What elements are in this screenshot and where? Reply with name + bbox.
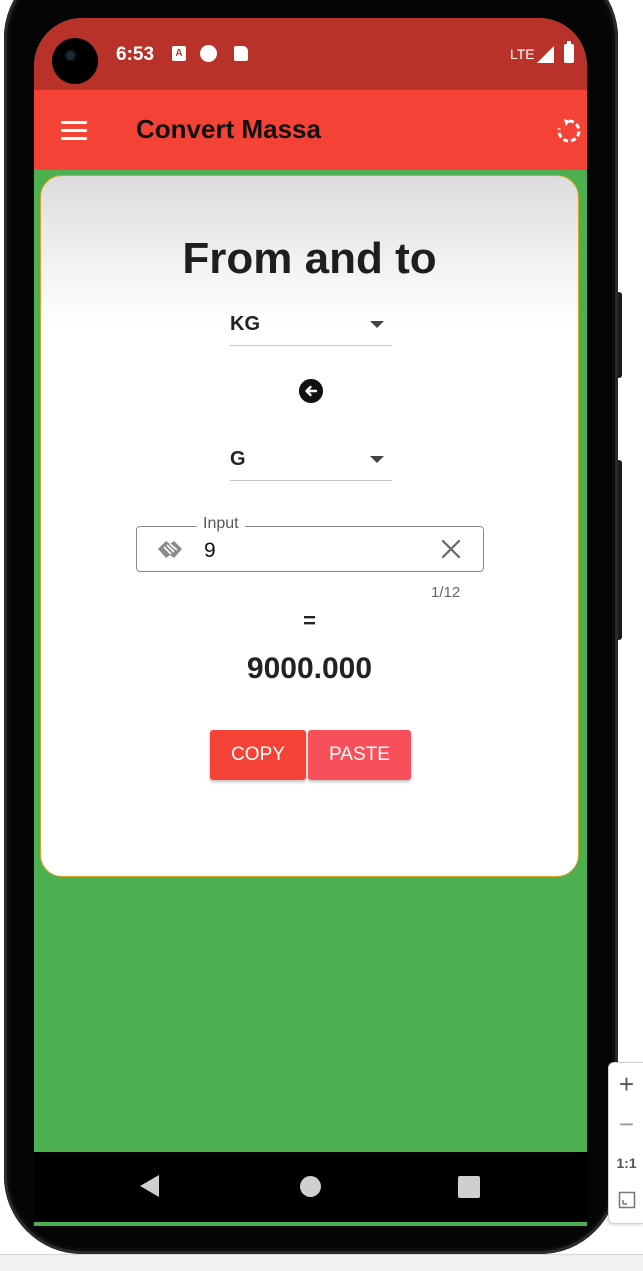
back-icon[interactable] (140, 1175, 159, 1197)
from-unit-value: KG (230, 313, 260, 335)
fit-screen-icon (618, 1191, 635, 1209)
app-title: Convert Massa (136, 114, 321, 144)
handshake-icon (158, 541, 182, 558)
input-value: 9 (204, 539, 216, 562)
network-type: LTE (510, 46, 535, 62)
equals-sign: = (303, 608, 316, 633)
character-counter: 1/12 (431, 584, 461, 601)
camera-cutout (52, 38, 98, 84)
sd-card-icon (234, 46, 248, 61)
input-label: Input (197, 515, 245, 533)
emulator-zoom-panel: + − 1:1 (608, 1062, 643, 1224)
android-nav-bar (34, 1152, 587, 1222)
zoom-out-button[interactable]: − (609, 1109, 643, 1140)
converter-card: From and to KG G Input 9 1/12 = 9000.000… (40, 175, 579, 877)
browser-bottom-strip (0, 1254, 643, 1271)
card-title: From and to (182, 234, 437, 283)
chevron-down-icon (370, 321, 384, 328)
zoom-in-button[interactable]: + (609, 1069, 643, 1100)
app-bar: Convert Massa (34, 90, 587, 170)
arrow-left-circle-icon[interactable] (299, 379, 323, 403)
to-unit-dropdown[interactable]: G (230, 444, 392, 481)
home-icon[interactable] (300, 1176, 321, 1197)
signal-icon (537, 46, 554, 63)
battery-icon (564, 41, 574, 63)
zoom-actual-size-button[interactable]: 1:1 (609, 1155, 643, 1171)
conversion-result: 9000.000 (246, 652, 373, 685)
status-bar: 6:53 A LTE (34, 18, 587, 90)
to-unit-value: G (230, 448, 246, 470)
paste-button[interactable]: PASTE (308, 730, 411, 780)
zoom-fit-button[interactable] (609, 1191, 643, 1214)
phone-screen: 6:53 A LTE Convert Massa From and to KG … (34, 18, 587, 1226)
recents-icon[interactable] (458, 1176, 480, 1198)
refresh-icon[interactable] (554, 116, 584, 146)
copy-button[interactable]: COPY (210, 730, 306, 780)
close-icon[interactable] (439, 537, 463, 561)
notification-app-icon (200, 45, 217, 62)
value-input-field[interactable]: Input 9 (136, 515, 484, 572)
status-time: 6:53 (116, 44, 155, 65)
chevron-down-icon (370, 456, 384, 463)
hamburger-menu-icon[interactable] (61, 121, 87, 140)
from-unit-dropdown[interactable]: KG (230, 309, 392, 346)
notification-a-icon: A (172, 46, 186, 61)
